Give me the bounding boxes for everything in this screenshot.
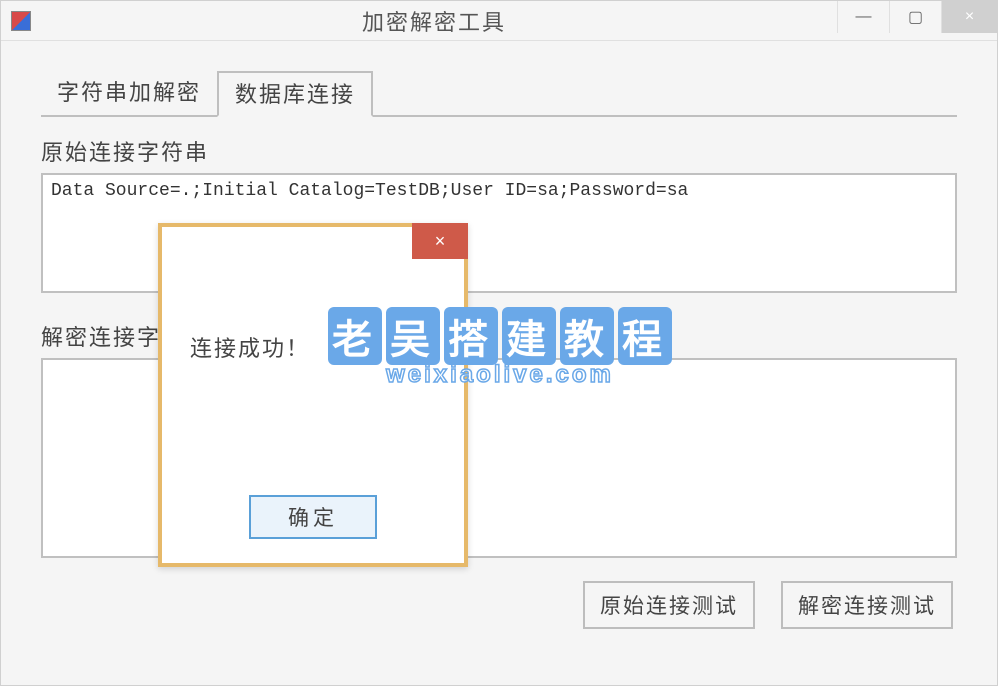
- tab-string-crypto[interactable]: 字符串加解密: [41, 71, 217, 115]
- message-dialog: × 连接成功！ 确定: [158, 223, 468, 567]
- app-icon: [11, 11, 31, 31]
- dialog-close-button[interactable]: ×: [412, 223, 468, 259]
- dialog-ok-button[interactable]: 确定: [249, 495, 377, 539]
- tab-db-connection[interactable]: 数据库连接: [217, 71, 373, 117]
- original-conn-label: 原始连接字符串: [41, 135, 957, 167]
- test-original-button[interactable]: 原始连接测试: [583, 581, 755, 629]
- button-row: 原始连接测试 解密连接测试: [41, 581, 957, 629]
- main-window: 加密解密工具 — ▢ × 字符串加解密 数据库连接 原始连接字符串 解密连接字符…: [0, 0, 998, 686]
- dialog-titlebar: ×: [162, 227, 464, 271]
- minimize-button[interactable]: —: [837, 1, 889, 33]
- window-title: 加密解密工具: [31, 5, 837, 37]
- maximize-button[interactable]: ▢: [889, 1, 941, 33]
- dialog-message: 连接成功！: [162, 271, 464, 363]
- close-button[interactable]: ×: [941, 1, 997, 33]
- test-decrypted-button[interactable]: 解密连接测试: [781, 581, 953, 629]
- tab-strip: 字符串加解密 数据库连接: [41, 69, 997, 115]
- window-controls: — ▢ ×: [837, 1, 997, 40]
- dialog-footer: 确定: [162, 495, 464, 539]
- titlebar: 加密解密工具 — ▢ ×: [1, 1, 997, 41]
